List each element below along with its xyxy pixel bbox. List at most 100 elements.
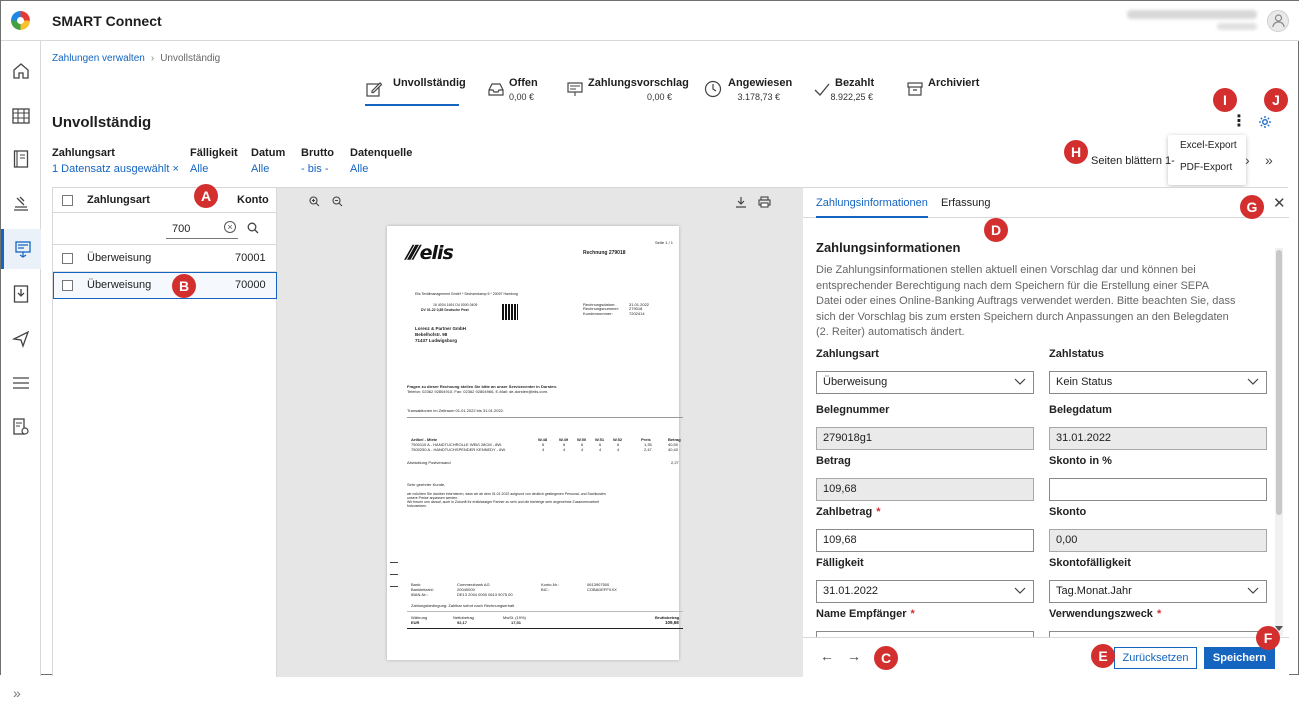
expand-nav-icon[interactable]: » xyxy=(13,685,21,701)
tab-value: 0,00 € xyxy=(646,92,672,102)
send-icon[interactable] xyxy=(1,319,41,359)
more-options-icon[interactable]: ⋮ xyxy=(1231,114,1247,132)
invoice-greeting: Sehr geehrter Kunde, xyxy=(407,482,446,487)
settings-gear-icon[interactable] xyxy=(1258,115,1272,132)
bank2-label-1: BIC: xyxy=(541,587,549,592)
tab-bezahlt[interactable]: Bezahlt 8.922,25 € xyxy=(813,75,875,105)
annotation-marker-f: F xyxy=(1256,626,1280,650)
download-tray-icon[interactable] xyxy=(1,274,41,314)
payment-proposal-icon xyxy=(567,82,583,96)
ledger-icon[interactable] xyxy=(1,139,41,179)
tab-angewiesen[interactable]: Angewiesen 3.178,73 € xyxy=(704,75,792,105)
zoom-out-icon[interactable] xyxy=(332,196,343,207)
tab-zahlungsinformationen[interactable]: Zahlungsinformationen xyxy=(816,197,928,218)
field-zahlstatus: Zahlstatus Kein Status xyxy=(1049,348,1267,394)
tab-value: 8.922,25 € xyxy=(830,92,873,102)
list-item-selected[interactable]: Überweisung 70000 xyxy=(53,272,277,299)
field-betrag: Betrag 109,68 xyxy=(816,455,1034,501)
invoice-sender: Elis Textilmanagement GmbH * Sechsenkamp… xyxy=(415,292,518,296)
tab-label: Bezahlt xyxy=(835,77,875,89)
tab-erfassung[interactable]: Erfassung xyxy=(941,197,991,209)
filter-brutto[interactable]: Brutto - bis - xyxy=(301,147,334,175)
filter-value[interactable]: Alle xyxy=(350,163,412,175)
betrag-field: 109,68 xyxy=(816,478,1034,501)
filter-value[interactable]: Alle xyxy=(251,163,285,175)
menu-item-pdf-export[interactable]: PDF-Export xyxy=(1168,157,1246,179)
skonto-prozent-input[interactable] xyxy=(1049,478,1267,501)
invoice-document: ⫽⫽ elis Seite 1 / 1 Rechnung 279018 Elis… xyxy=(387,226,683,660)
totals-gross: 109,68 xyxy=(665,620,679,625)
tab-zahlungsvorschlag[interactable]: Zahlungsvorschlag 0,00 € xyxy=(566,75,689,105)
postage-qr-code xyxy=(502,304,518,320)
settings-document-icon[interactable] xyxy=(1,407,41,447)
previous-arrow-icon[interactable]: ← xyxy=(820,648,834,664)
item-1-price: 2,47 xyxy=(644,447,652,452)
required-marker: * xyxy=(910,608,915,620)
field-label: Verwendungszweck * xyxy=(1049,608,1162,620)
filter-value[interactable]: - bis - xyxy=(301,163,334,175)
filter-zahlungsart[interactable]: Zahlungsart 1 Datensatz ausgewählt × xyxy=(52,147,179,175)
skonto-field: 0,00 xyxy=(1049,529,1267,552)
list-item[interactable]: Überweisung 70001 xyxy=(53,245,277,272)
document-viewer: ⫽⫽ elis Seite 1 / 1 Rechnung 279018 Elis… xyxy=(277,188,803,677)
field-label: Belegnummer xyxy=(816,404,890,416)
reset-button[interactable]: Zurücksetzen xyxy=(1114,647,1197,669)
check-icon xyxy=(814,83,830,96)
close-icon[interactable]: ✕ xyxy=(1273,194,1286,212)
invoice-pickup: Abwicklung Postversand xyxy=(407,460,451,465)
menu-item-excel-export[interactable]: Excel-Export xyxy=(1168,135,1246,157)
faelligkeit-datepicker[interactable]: 31.01.2022 xyxy=(816,580,1034,603)
field-label: Skontofälligkeit xyxy=(1049,557,1131,569)
divider xyxy=(407,417,683,418)
tab-unvollstaendig[interactable]: Unvollständig xyxy=(365,75,466,106)
column-header-konto[interactable]: Konto xyxy=(237,194,269,206)
top-bar: SMART Connect xyxy=(1,1,1299,41)
zahlbetrag-input[interactable]: 109,68 xyxy=(816,529,1034,552)
item-1-amount: 40,40 xyxy=(668,447,679,452)
filter-datum[interactable]: Datum Alle xyxy=(251,147,285,175)
tab-archiviert[interactable]: Archiviert xyxy=(906,75,979,105)
required-marker: * xyxy=(876,506,881,518)
download-icon[interactable] xyxy=(735,196,747,208)
scrollbar-thumb[interactable] xyxy=(1276,250,1282,515)
search-icon[interactable] xyxy=(247,222,259,234)
row-zahlungsart: Überweisung xyxy=(87,279,152,291)
document-stack-icon[interactable] xyxy=(1,184,41,224)
recipient-1: Bebelhofstr. 98 xyxy=(415,332,448,337)
fold-mark xyxy=(390,562,398,563)
row-checkbox[interactable] xyxy=(62,253,73,264)
divider xyxy=(407,628,683,629)
chevron-down-icon xyxy=(1014,587,1026,594)
skontofaelligkeit-datepicker[interactable]: Tag.Monat.Jahr xyxy=(1049,580,1267,603)
select-all-checkbox[interactable] xyxy=(62,195,73,206)
last-page-icon[interactable]: » xyxy=(1265,152,1273,168)
user-org-blurred xyxy=(1217,23,1257,30)
filter-value[interactable]: Alle xyxy=(190,163,238,175)
row-checkbox[interactable] xyxy=(62,280,73,291)
print-icon[interactable] xyxy=(758,196,771,208)
detail-panel: Zahlungsinformationen Erfassung ✕ Zahlun… xyxy=(803,188,1289,677)
field-label: Fälligkeit xyxy=(816,557,864,569)
clear-search-icon[interactable]: × xyxy=(224,221,236,233)
filter-label: Datenquelle xyxy=(350,147,413,159)
next-page-icon[interactable]: › xyxy=(1245,152,1250,168)
breadcrumb-parent-link[interactable]: Zahlungen verwalten xyxy=(52,53,145,64)
field-skontofaelligkeit: Skontofälligkeit Tag.Monat.Jahr xyxy=(1049,557,1267,603)
filter-value[interactable]: 1 Datensatz ausgewählt × xyxy=(52,163,179,175)
invoice-terms: Zahlungsbedingung: Zahlbar sofort nach R… xyxy=(411,603,515,608)
field-belegdatum: Belegdatum 31.01.2022 xyxy=(1049,404,1267,450)
list-icon[interactable] xyxy=(1,363,41,403)
payments-icon[interactable] xyxy=(1,229,41,269)
tab-offen[interactable]: Offen 0,00 € xyxy=(487,75,538,105)
user-avatar-icon[interactable] xyxy=(1267,10,1289,32)
filter-datenquelle[interactable]: Datenquelle Alle xyxy=(350,147,412,175)
save-button[interactable]: Speichern xyxy=(1204,647,1275,669)
field-label: Belegdatum xyxy=(1049,404,1112,416)
zoom-in-icon[interactable] xyxy=(309,196,320,207)
filter-faelligkeit[interactable]: Fälligkeit Alle xyxy=(190,147,238,175)
zahlungsart-select[interactable]: Überweisung xyxy=(816,371,1034,394)
column-header-zahlungsart[interactable]: Zahlungsart xyxy=(87,194,150,206)
next-arrow-icon[interactable]: → xyxy=(847,648,861,664)
invoice-title: Rechnung 279018 xyxy=(583,250,626,256)
zahlstatus-select[interactable]: Kein Status xyxy=(1049,371,1267,394)
